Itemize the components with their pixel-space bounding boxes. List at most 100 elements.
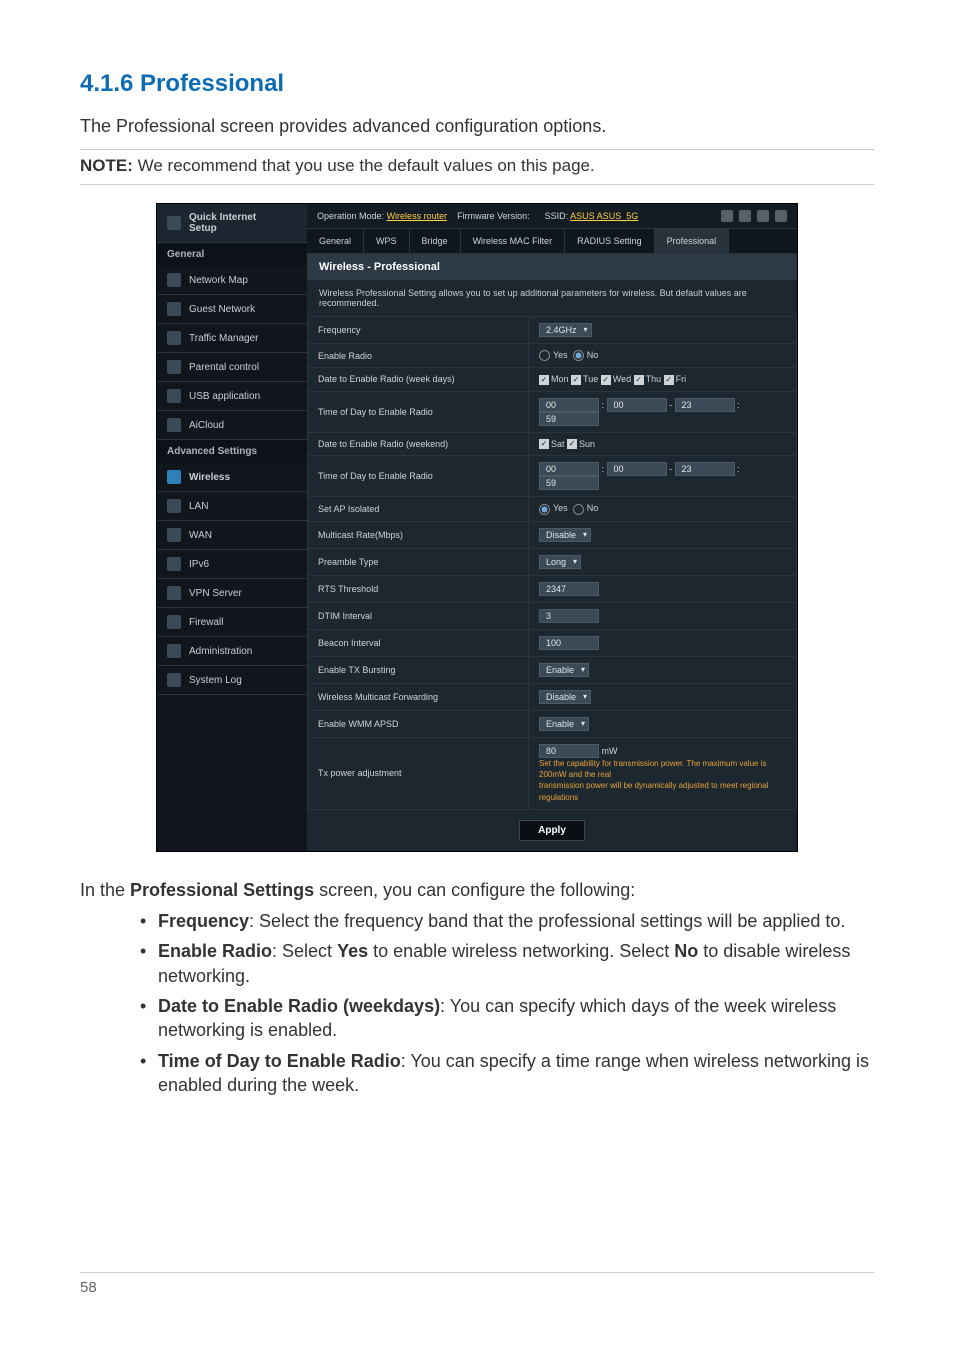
tod-wk-m1[interactable]: 00 bbox=[607, 462, 667, 476]
preamble-select[interactable]: Long bbox=[539, 555, 581, 569]
sidebar-head-advanced: Advanced Settings bbox=[157, 440, 307, 463]
tod-week-m1[interactable]: 00 bbox=[607, 398, 667, 412]
fw-label: Firmware Version: bbox=[457, 211, 530, 221]
qis-line1: Quick Internet bbox=[189, 212, 256, 223]
section-heading: 4.1.6 Professional bbox=[80, 70, 874, 98]
note-box: NOTE: We recommend that you use the defa… bbox=[80, 149, 874, 185]
lan-icon bbox=[167, 499, 181, 513]
tab-wps[interactable]: WPS bbox=[364, 229, 410, 253]
dtim-input[interactable]: 3 bbox=[539, 609, 599, 623]
tab-general[interactable]: General bbox=[307, 229, 364, 253]
page-number: 58 bbox=[80, 1272, 874, 1296]
tod-week-m2[interactable]: 59 bbox=[539, 412, 599, 426]
preamble-label: Preamble Type bbox=[308, 548, 529, 575]
ap-isolated-no-radio[interactable] bbox=[573, 504, 584, 515]
multicast-fwd-select[interactable]: Disable bbox=[539, 690, 591, 704]
bullet-time-of-day: Time of Day to Enable Radio: You can spe… bbox=[140, 1049, 874, 1098]
chk-sat[interactable]: ✓ bbox=[539, 439, 549, 449]
beacon-label: Beacon Interval bbox=[308, 629, 529, 656]
tod-wk-h2[interactable]: 23 bbox=[675, 462, 735, 476]
usb-application-icon bbox=[167, 389, 181, 403]
chk-thu[interactable]: ✓ bbox=[634, 375, 644, 385]
tod-week-h2[interactable]: 23 bbox=[675, 398, 735, 412]
enable-radio-yes-radio[interactable] bbox=[539, 350, 550, 361]
sidebar-item-administration[interactable]: Administration bbox=[157, 637, 307, 666]
sidebar-item-system-log[interactable]: System Log bbox=[157, 666, 307, 695]
aicloud-icon bbox=[167, 418, 181, 432]
sidebar-item-network-map[interactable]: Network Map bbox=[157, 266, 307, 295]
tab-professional[interactable]: Professional bbox=[655, 229, 730, 253]
firewall-icon bbox=[167, 615, 181, 629]
wmm-apsd-label: Enable WMM APSD bbox=[308, 710, 529, 737]
bullet-frequency: Frequency: Select the frequency band tha… bbox=[140, 909, 874, 933]
sidebar-item-parental-control[interactable]: Parental control bbox=[157, 353, 307, 382]
date-weekend-label: Date to Enable Radio (weekend) bbox=[308, 432, 529, 456]
rts-input[interactable]: 2347 bbox=[539, 582, 599, 596]
date-weekdays-label: Date to Enable Radio (week days) bbox=[308, 368, 529, 392]
parental-control-icon bbox=[167, 360, 181, 374]
apply-button[interactable]: Apply bbox=[519, 820, 585, 841]
rts-label: RTS Threshold bbox=[308, 575, 529, 602]
frequency-select[interactable]: 2.4GHz bbox=[539, 323, 592, 337]
topbar-icon-4[interactable] bbox=[775, 210, 787, 222]
wireless-icon bbox=[167, 470, 181, 484]
topbar-icon-2[interactable] bbox=[739, 210, 751, 222]
chk-fri[interactable]: ✓ bbox=[664, 375, 674, 385]
multicast-fwd-label: Wireless Multicast Forwarding bbox=[308, 683, 529, 710]
ipv6-icon bbox=[167, 557, 181, 571]
tod-wk-m2[interactable]: 59 bbox=[539, 476, 599, 490]
traffic-manager-icon bbox=[167, 331, 181, 345]
tx-power-input[interactable]: 80 bbox=[539, 744, 599, 758]
tx-power-unit: mW bbox=[602, 746, 618, 756]
chk-wed[interactable]: ✓ bbox=[601, 375, 611, 385]
tabs: General WPS Bridge Wireless MAC Filter R… bbox=[307, 229, 797, 254]
note-text: We recommend that you use the default va… bbox=[138, 156, 595, 175]
sidebar-item-traffic-manager[interactable]: Traffic Manager bbox=[157, 324, 307, 353]
router-ui-screenshot: Quick Internet Setup General Network Map… bbox=[156, 203, 798, 852]
tab-wireless-mac-filter[interactable]: Wireless MAC Filter bbox=[461, 229, 566, 253]
enable-radio-no-radio[interactable] bbox=[573, 350, 584, 361]
sidebar-item-usb-application[interactable]: USB application bbox=[157, 382, 307, 411]
tab-radius-setting[interactable]: RADIUS Setting bbox=[565, 229, 655, 253]
ap-isolated-yes-radio[interactable] bbox=[539, 504, 550, 515]
network-map-icon bbox=[167, 273, 181, 287]
tx-bursting-select[interactable]: Enable bbox=[539, 663, 589, 677]
sidebar-item-wan[interactable]: WAN bbox=[157, 521, 307, 550]
ssid-link[interactable]: ASUS ASUS_5G bbox=[570, 211, 638, 221]
sidebar-item-wireless[interactable]: Wireless bbox=[157, 463, 307, 492]
tod-weekend-label: Time of Day to Enable Radio bbox=[308, 456, 529, 497]
guest-network-icon bbox=[167, 302, 181, 316]
chk-tue[interactable]: ✓ bbox=[571, 375, 581, 385]
tod-week-h1[interactable]: 00 bbox=[539, 398, 599, 412]
tod-wk-h1[interactable]: 00 bbox=[539, 462, 599, 476]
bullet-enable-radio: Enable Radio: Select Yes to enable wirel… bbox=[140, 939, 874, 988]
topbar: Operation Mode: Wireless router Firmware… bbox=[307, 204, 797, 229]
ssid-label: SSID: bbox=[545, 211, 569, 221]
qis-icon bbox=[167, 216, 181, 230]
paragraph-after: In the Professional Settings screen, you… bbox=[80, 880, 874, 901]
op-mode-link[interactable]: Wireless router bbox=[387, 211, 448, 221]
sidebar-item-lan[interactable]: LAN bbox=[157, 492, 307, 521]
bullet-list: Frequency: Select the frequency band tha… bbox=[140, 909, 874, 1097]
tx-bursting-label: Enable TX Bursting bbox=[308, 656, 529, 683]
sidebar-item-vpn-server[interactable]: VPN Server bbox=[157, 579, 307, 608]
administration-icon bbox=[167, 644, 181, 658]
sidebar-item-firewall[interactable]: Firewall bbox=[157, 608, 307, 637]
sidebar-item-ipv6[interactable]: IPv6 bbox=[157, 550, 307, 579]
settings-table: Frequency 2.4GHz Enable Radio Yes No Dat… bbox=[307, 316, 797, 810]
chk-mon[interactable]: ✓ bbox=[539, 375, 549, 385]
sidebar-item-qis[interactable]: Quick Internet Setup bbox=[157, 204, 307, 243]
wan-icon bbox=[167, 528, 181, 542]
topbar-icon-3[interactable] bbox=[757, 210, 769, 222]
wmm-apsd-select[interactable]: Enable bbox=[539, 717, 589, 731]
frequency-label: Frequency bbox=[308, 317, 529, 344]
beacon-input[interactable]: 100 bbox=[539, 636, 599, 650]
tab-bridge[interactable]: Bridge bbox=[410, 229, 461, 253]
multicast-rate-select[interactable]: Disable bbox=[539, 528, 591, 542]
topbar-icon-1[interactable] bbox=[721, 210, 733, 222]
sidebar-item-guest-network[interactable]: Guest Network bbox=[157, 295, 307, 324]
chk-sun[interactable]: ✓ bbox=[567, 439, 577, 449]
sidebar-item-aicloud[interactable]: AiCloud bbox=[157, 411, 307, 440]
tx-power-label: Tx power adjustment bbox=[308, 737, 529, 810]
note-label: NOTE: bbox=[80, 156, 133, 175]
